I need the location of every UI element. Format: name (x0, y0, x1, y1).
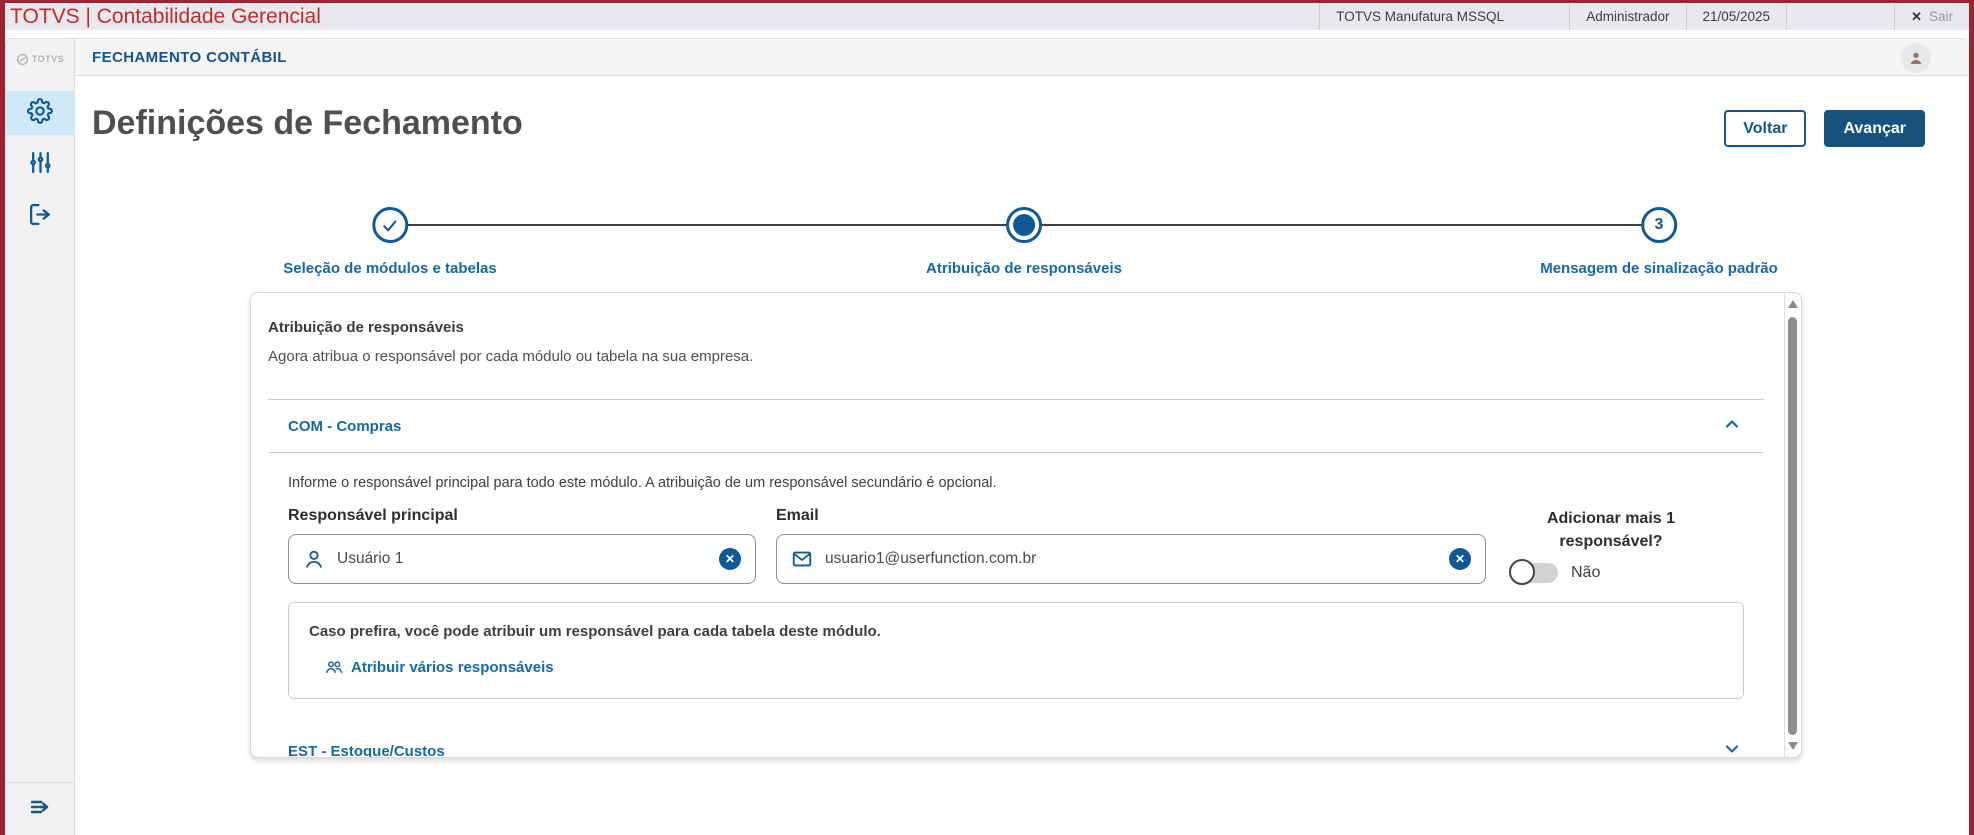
step-1-done[interactable]: Seleção de módulos e tabelas (283, 207, 497, 277)
expand-menu-button[interactable] (6, 783, 74, 835)
module-section-est[interactable]: EST - Estoque/Custos (288, 739, 1742, 757)
scroll-down-arrow-icon[interactable] (1788, 742, 1798, 750)
assignment-card-content: Atribuição de responsáveis Agora atribua… (251, 293, 1784, 757)
responsible-input-box: ✕ (288, 534, 756, 584)
expand-menu-icon (28, 795, 52, 824)
add-more-label: Adicionar mais 1 responsável? (1546, 510, 1676, 551)
module-section-com[interactable]: COM - Compras (268, 400, 1764, 452)
check-icon (383, 220, 397, 231)
people-icon (326, 661, 343, 673)
logout-button[interactable]: ✕ Sair (1894, 3, 1969, 30)
totvs-logo-icon (16, 53, 28, 65)
subcard-text: Caso prefira, você pode atribuir um resp… (309, 623, 881, 640)
assign-multiple-link[interactable]: Atribuir vários responsáveis (325, 658, 554, 676)
environment-name: TOTVS Manufatura MSSQL (1319, 3, 1569, 30)
sidebar-item-parameters[interactable] (6, 143, 74, 187)
main-content: Definições de Fechamento Voltar Avançar … (75, 76, 1969, 835)
top-bar: TOTVS | Contabilidade Gerencial TOTVS Ma… (0, 0, 1974, 30)
logout-label: Sair (1928, 9, 1953, 24)
step-1-label: Seleção de módulos e tabelas (283, 260, 497, 277)
add-more-toggle[interactable] (1509, 559, 1558, 586)
next-module-title: EST - Estoque/Custos (288, 743, 445, 757)
next-button[interactable]: Avançar (1824, 110, 1925, 147)
card-scrollbar[interactable] (1784, 293, 1801, 757)
user-avatar-icon (1910, 52, 1922, 64)
scrollbar-thumb[interactable] (1788, 317, 1797, 735)
toggle-knob (1509, 559, 1535, 586)
close-icon: ✕ (1911, 8, 1922, 24)
clear-responsible-icon[interactable]: ✕ (719, 548, 741, 570)
window-frame-left (0, 0, 5, 835)
step-3-label: Mensagem de sinalização padrão (1540, 260, 1778, 277)
module-instruction: Informe o responsável principal para tod… (288, 475, 997, 491)
assignment-card: Atribuição de responsáveis Agora atribua… (250, 292, 1802, 758)
clear-email-icon[interactable]: ✕ (1449, 548, 1471, 570)
step-2-active[interactable]: Atribuição de responsáveis (926, 207, 1122, 277)
scroll-up-arrow-icon[interactable] (1788, 300, 1798, 308)
add-more-value: Não (1571, 564, 1601, 582)
chevron-up-icon[interactable] (1722, 414, 1742, 439)
module-section-title: COM - Compras (288, 417, 402, 435)
totvs-logo: TOTVS (6, 39, 74, 79)
step-1-circle (371, 207, 408, 243)
top-bar-spacer (1786, 3, 1894, 30)
sliders-icon (28, 150, 53, 180)
page-title: Definições de Fechamento (92, 104, 523, 142)
sidebar-item-exit[interactable] (6, 195, 74, 239)
per-table-subcard: Caso prefira, você pode atribuir um resp… (288, 602, 1744, 699)
person-icon (306, 550, 322, 568)
sidebar: TOTVS (5, 38, 75, 835)
assign-multiple-label: Atribuir vários responsáveis (351, 658, 554, 676)
gear-icon (27, 97, 53, 129)
current-date: 21/05/2025 (1685, 3, 1787, 30)
responsible-form: Responsável principal ✕ Email ✕ (288, 507, 1764, 586)
chevron-down-icon[interactable] (1722, 739, 1742, 757)
card-description: Agora atribua o responsável por cada mód… (268, 348, 754, 365)
sidebar-item-settings[interactable] (6, 91, 74, 135)
card-heading: Atribuição de responsáveis (268, 319, 464, 336)
app-title: TOTVS | Contabilidade Gerencial (10, 4, 321, 28)
user-name: Administrador (1569, 3, 1685, 30)
module-title: FECHAMENTO CONTÁBIL (92, 48, 287, 66)
window-frame-right (1969, 0, 1974, 835)
avatar[interactable] (1901, 43, 1931, 73)
responsible-label: Responsável principal (288, 507, 458, 524)
email-input-box: ✕ (776, 534, 1486, 584)
back-button[interactable]: Voltar (1724, 110, 1807, 147)
step-2-circle (1006, 207, 1042, 243)
page-actions: Voltar Avançar (1724, 110, 1925, 147)
totvs-logo-text: TOTVS (31, 54, 65, 64)
app-window: TOTVS | Contabilidade Gerencial TOTVS Ma… (0, 0, 1974, 835)
email-input[interactable] (825, 550, 1437, 568)
step-3-todo[interactable]: 3 Mensagem de sinalização padrão (1540, 207, 1778, 277)
logout-icon (28, 202, 53, 232)
step-3-number: 3 (1654, 216, 1664, 233)
top-bar-right: TOTVS Manufatura MSSQL Administrador 21/… (1319, 3, 1969, 30)
section-divider-bottom (268, 452, 1764, 453)
responsible-input[interactable] (337, 550, 707, 568)
email-label: Email (776, 507, 819, 524)
envelope-icon (792, 551, 812, 567)
step-3-circle: 3 (1641, 207, 1677, 243)
step-2-label: Atribuição de responsáveis (926, 260, 1122, 277)
module-header-bar: FECHAMENTO CONTÁBIL (75, 38, 1969, 76)
